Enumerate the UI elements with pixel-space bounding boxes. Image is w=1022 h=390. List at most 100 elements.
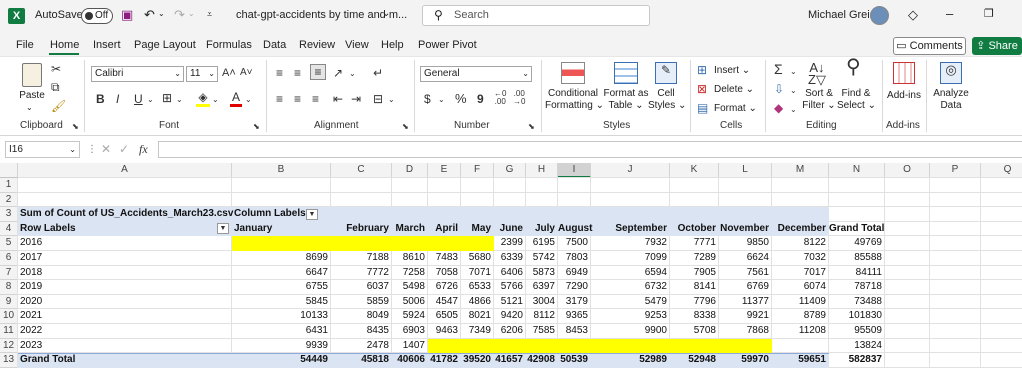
value-cell[interactable]: 6037: [331, 280, 392, 295]
grand-total-cell[interactable]: 54449: [232, 353, 331, 368]
value-cell[interactable]: 8789: [772, 309, 829, 324]
autosum-icon[interactable]: Σ: [774, 62, 783, 76]
percent-icon[interactable]: %: [455, 92, 467, 106]
sort-filter-icon[interactable]: A↓ Z▽: [808, 61, 826, 86]
value-cell[interactable]: 6755: [232, 280, 331, 295]
value-cell[interactable]: 7868: [719, 324, 772, 339]
orientation-icon[interactable]: ↗: [333, 66, 343, 80]
row-header[interactable]: 4: [0, 221, 18, 237]
row-label-year[interactable]: 2016: [18, 236, 232, 251]
column-header[interactable]: Q: [981, 163, 1022, 178]
row-total-cell[interactable]: 73488: [829, 295, 885, 310]
value-cell[interactable]: 3179: [558, 295, 591, 310]
column-header[interactable]: E: [428, 163, 461, 178]
align-left-icon[interactable]: ≡: [276, 92, 283, 106]
row-total-cell[interactable]: 13824: [829, 339, 885, 354]
clear-dropdown-icon[interactable]: ⌄: [790, 103, 797, 117]
value-cell[interactable]: 9253: [591, 309, 670, 324]
comments-button[interactable]: ▭ Comments: [893, 37, 966, 55]
value-cell[interactable]: 8699: [232, 251, 331, 266]
value-cell[interactable]: 6769: [719, 280, 772, 295]
tab-view[interactable]: View: [345, 39, 369, 51]
addins-icon[interactable]: [893, 62, 915, 84]
format-as-table-button[interactable]: Format as Table ⌄: [603, 88, 649, 112]
tab-insert[interactable]: Insert: [93, 39, 121, 51]
tab-power-pivot[interactable]: Power Pivot: [418, 39, 477, 51]
underline-icon[interactable]: U: [134, 92, 143, 106]
column-header[interactable]: M: [772, 163, 829, 178]
column-header[interactable]: B: [232, 163, 331, 178]
row-header[interactable]: 10: [0, 309, 18, 324]
column-header[interactable]: N: [829, 163, 885, 178]
cell-styles-button[interactable]: Cell Styles ⌄: [648, 88, 686, 112]
row-header[interactable]: 5: [0, 236, 18, 251]
value-cell[interactable]: 7290: [558, 280, 591, 295]
column-header[interactable]: J: [591, 163, 670, 178]
tab-page-layout[interactable]: Page Layout: [134, 39, 196, 51]
month-header[interactable]: February: [331, 222, 392, 237]
orientation-dropdown-icon[interactable]: ⌄: [349, 67, 356, 81]
italic-icon[interactable]: I: [116, 92, 119, 106]
grand-total-cell[interactable]: 52948: [670, 353, 719, 368]
column-header[interactable]: C: [331, 163, 392, 178]
value-cell[interactable]: 5859: [331, 295, 392, 310]
column-header[interactable]: A: [18, 163, 232, 178]
grand-total-label[interactable]: Grand Total: [18, 353, 232, 368]
row-header[interactable]: 8: [0, 280, 18, 295]
value-cell[interactable]: 7500: [558, 236, 591, 251]
row-header[interactable]: 13: [0, 353, 18, 368]
grand-total-cell[interactable]: 52989: [591, 353, 670, 368]
value-cell[interactable]: 3004: [526, 295, 558, 310]
borders-dropdown-icon[interactable]: ⌄: [176, 93, 183, 107]
grand-total-cell[interactable]: 40606: [392, 353, 428, 368]
month-header[interactable]: March: [392, 222, 428, 237]
column-header[interactable]: K: [670, 163, 719, 178]
month-header[interactable]: November: [719, 222, 772, 237]
value-cell[interactable]: 6206: [494, 324, 526, 339]
column-header[interactable]: I: [558, 163, 591, 178]
month-header[interactable]: December: [772, 222, 829, 237]
value-cell[interactable]: 8021: [461, 309, 494, 324]
grand-total-header[interactable]: Grand Total: [829, 222, 885, 237]
number-launcher-icon[interactable]: ⬊: [528, 120, 535, 134]
grand-total-total-cell[interactable]: 582837: [829, 353, 885, 368]
value-cell[interactable]: 6505: [428, 309, 461, 324]
value-cell[interactable]: 7349: [461, 324, 494, 339]
value-cell[interactable]: 9365: [558, 309, 591, 324]
grand-total-cell[interactable]: 41657: [494, 353, 526, 368]
column-header[interactable]: P: [930, 163, 981, 178]
value-cell[interactable]: 7483: [428, 251, 461, 266]
row-header[interactable]: 1: [0, 178, 18, 193]
row-label-year[interactable]: 2017: [18, 251, 232, 266]
value-cell[interactable]: 8435: [331, 324, 392, 339]
row-label-year[interactable]: 2018: [18, 266, 232, 281]
grand-total-cell[interactable]: 45818: [331, 353, 392, 368]
value-cell[interactable]: 6594: [591, 266, 670, 281]
copy-icon[interactable]: ⧉: [51, 80, 60, 94]
month-header[interactable]: April: [428, 222, 461, 237]
autosave-toggle[interactable]: Off: [81, 8, 113, 24]
value-cell[interactable]: 1407: [392, 339, 428, 354]
merge-center-icon[interactable]: ⊟: [373, 92, 383, 106]
value-cell[interactable]: 5766: [494, 280, 526, 295]
row-label-year[interactable]: 2019: [18, 280, 232, 295]
grand-total-cell[interactable]: 41782: [428, 353, 461, 368]
value-cell[interactable]: 2478: [331, 339, 392, 354]
insert-button[interactable]: Insert ⌄: [714, 65, 750, 77]
row-labels-filter-icon[interactable]: ▼: [217, 223, 229, 235]
search-input[interactable]: ⚲ Search: [422, 5, 650, 26]
row-header[interactable]: 9: [0, 294, 18, 310]
value-cell[interactable]: 7032: [772, 251, 829, 266]
font-launcher-icon[interactable]: ⬊: [253, 120, 260, 134]
alignment-launcher-icon[interactable]: ⬊: [402, 120, 409, 134]
value-cell[interactable]: 5845: [232, 295, 331, 310]
paste-button[interactable]: Paste: [18, 90, 46, 102]
cut-icon[interactable]: ✂: [51, 62, 61, 76]
value-cell[interactable]: 5742: [526, 251, 558, 266]
value-cell[interactable]: 7258: [392, 266, 428, 281]
format-painter-icon[interactable]: 🖌: [51, 99, 66, 113]
value-cell[interactable]: 9921: [719, 309, 772, 324]
format-as-table-icon[interactable]: [614, 62, 638, 84]
align-middle-icon[interactable]: ≡: [294, 66, 301, 80]
value-cell[interactable]: 7803: [558, 251, 591, 266]
